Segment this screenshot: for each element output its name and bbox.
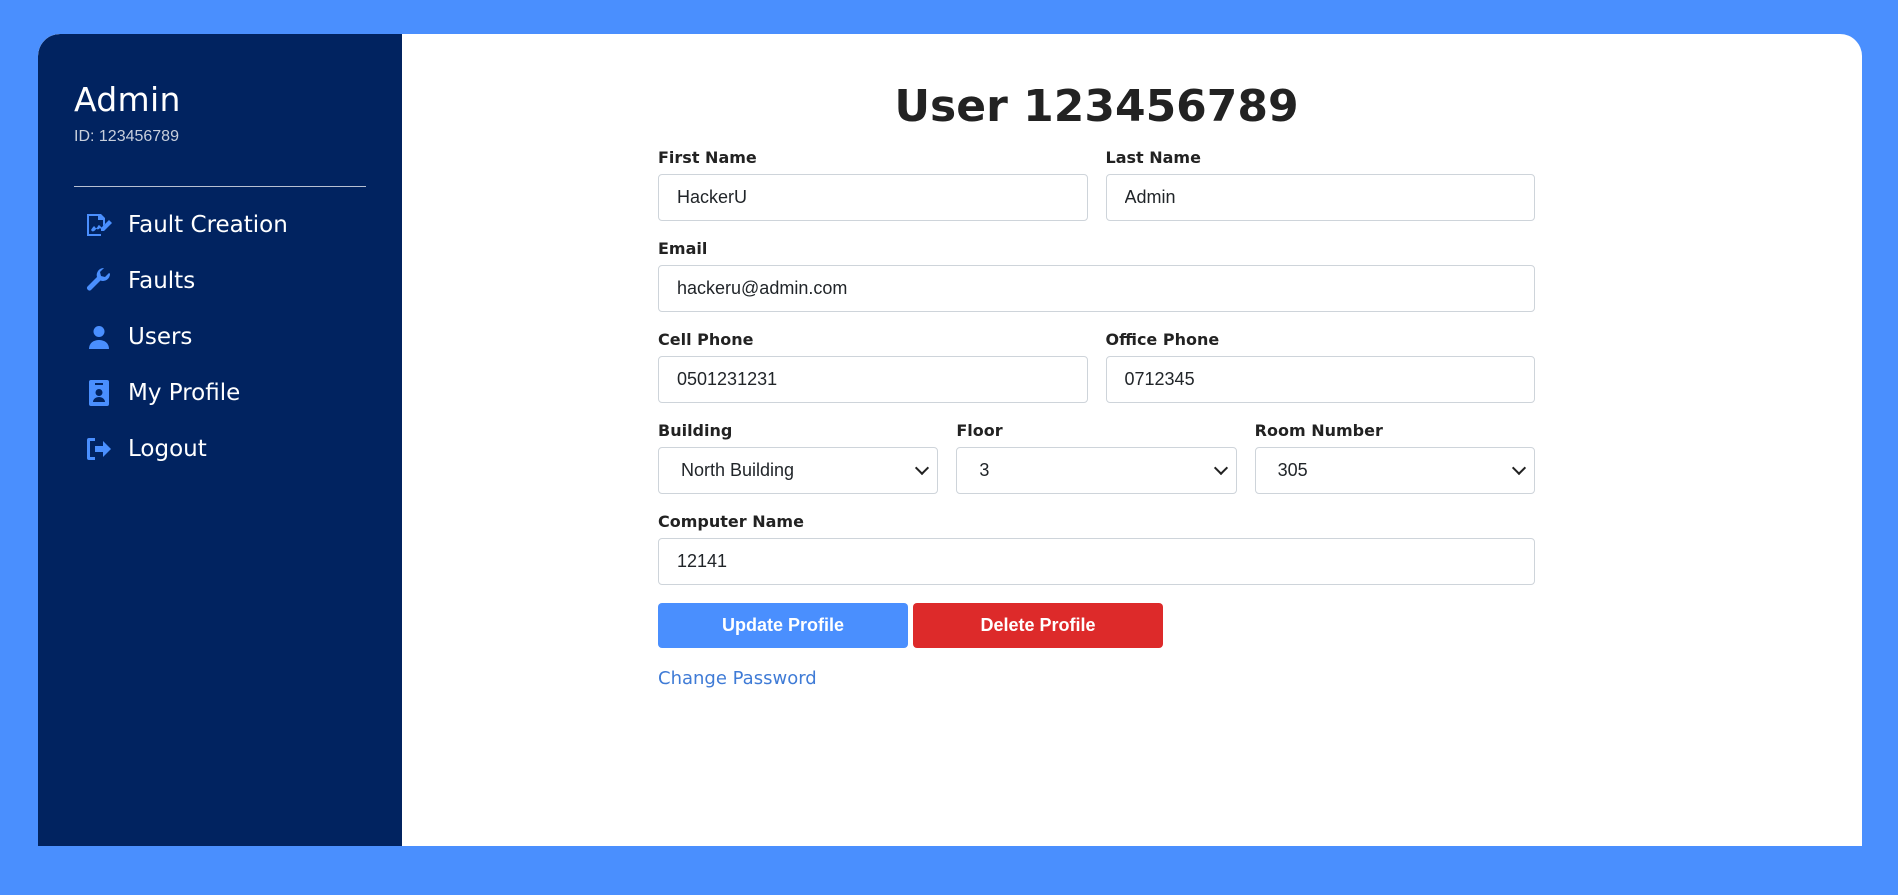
sidebar-item-label: Faults bbox=[128, 268, 196, 294]
building-label: Building bbox=[658, 421, 733, 440]
update-profile-button[interactable]: Update Profile bbox=[658, 603, 908, 648]
building-group: Building North Building bbox=[658, 421, 939, 494]
user-icon bbox=[84, 322, 114, 352]
sidebar-divider bbox=[74, 186, 366, 187]
sidebar: Admin ID: 123456789 Fault Creation Fault… bbox=[38, 34, 402, 846]
floor-select[interactable]: 3 bbox=[956, 447, 1237, 494]
first-name-label: First Name bbox=[658, 148, 757, 167]
last-name-input[interactable] bbox=[1105, 174, 1535, 221]
id-badge-icon bbox=[84, 378, 114, 408]
floor-label: Floor bbox=[956, 421, 1003, 440]
sidebar-user-name: Admin bbox=[74, 80, 181, 119]
chevron-down-icon bbox=[915, 460, 930, 476]
cell-phone-label: Cell Phone bbox=[658, 330, 754, 349]
main-content: User 123456789 First Name Last Name Emai… bbox=[402, 34, 1862, 846]
sidebar-item-fault-creation[interactable]: Fault Creation bbox=[74, 197, 366, 253]
last-name-label: Last Name bbox=[1105, 148, 1201, 167]
office-phone-input[interactable] bbox=[1105, 356, 1535, 403]
sidebar-user-id: ID: 123456789 bbox=[74, 128, 179, 145]
chevron-down-icon bbox=[1511, 460, 1527, 476]
room-number-label: Room Number bbox=[1254, 421, 1383, 440]
office-phone-group: Office Phone bbox=[1105, 330, 1535, 403]
sidebar-item-my-profile[interactable]: My Profile bbox=[74, 365, 366, 421]
first-name-group: First Name bbox=[658, 148, 1088, 221]
email-label: Email bbox=[658, 239, 708, 258]
cell-phone-input[interactable] bbox=[658, 356, 1088, 403]
sidebar-item-faults[interactable]: Faults bbox=[74, 253, 366, 309]
app-window: Admin ID: 123456789 Fault Creation Fault… bbox=[38, 34, 1862, 846]
sidebar-item-label: Users bbox=[128, 324, 193, 350]
delete-profile-button[interactable]: Delete Profile bbox=[913, 603, 1163, 648]
room-number-selected-value: 305 bbox=[1277, 460, 1308, 480]
computer-name-input[interactable] bbox=[658, 538, 1535, 585]
floor-selected-value: 3 bbox=[979, 460, 990, 480]
sidebar-item-users[interactable]: Users bbox=[74, 309, 366, 365]
file-signature-icon bbox=[84, 210, 114, 240]
floor-group: Floor 3 bbox=[956, 421, 1237, 494]
email-field[interactable] bbox=[658, 265, 1535, 312]
chevron-down-icon bbox=[1213, 460, 1228, 476]
last-name-group: Last Name bbox=[1105, 148, 1535, 221]
cell-phone-group: Cell Phone bbox=[658, 330, 1088, 403]
wrench-icon bbox=[84, 266, 114, 296]
room-number-select[interactable]: 305 bbox=[1254, 447, 1535, 494]
computer-name-label: Computer Name bbox=[658, 512, 804, 531]
room-number-group: Room Number 305 bbox=[1254, 421, 1535, 494]
change-password-link[interactable]: Change Password bbox=[658, 668, 817, 689]
page-title: User 123456789 bbox=[894, 81, 1299, 132]
building-select[interactable]: North Building bbox=[658, 447, 939, 494]
sidebar-item-label: My Profile bbox=[128, 380, 241, 406]
sidebar-item-label: Fault Creation bbox=[128, 212, 288, 238]
sidebar-item-label: Logout bbox=[128, 436, 207, 462]
sidebar-item-logout[interactable]: Logout bbox=[74, 421, 366, 477]
profile-form: User 123456789 First Name Last Name Emai… bbox=[658, 82, 1535, 689]
sign-out-icon bbox=[84, 434, 114, 464]
building-selected-value: North Building bbox=[681, 460, 795, 480]
email-group: Email bbox=[658, 239, 1535, 312]
first-name-input[interactable] bbox=[658, 174, 1088, 221]
office-phone-label: Office Phone bbox=[1105, 330, 1220, 349]
computer-name-group: Computer Name bbox=[658, 512, 1535, 585]
